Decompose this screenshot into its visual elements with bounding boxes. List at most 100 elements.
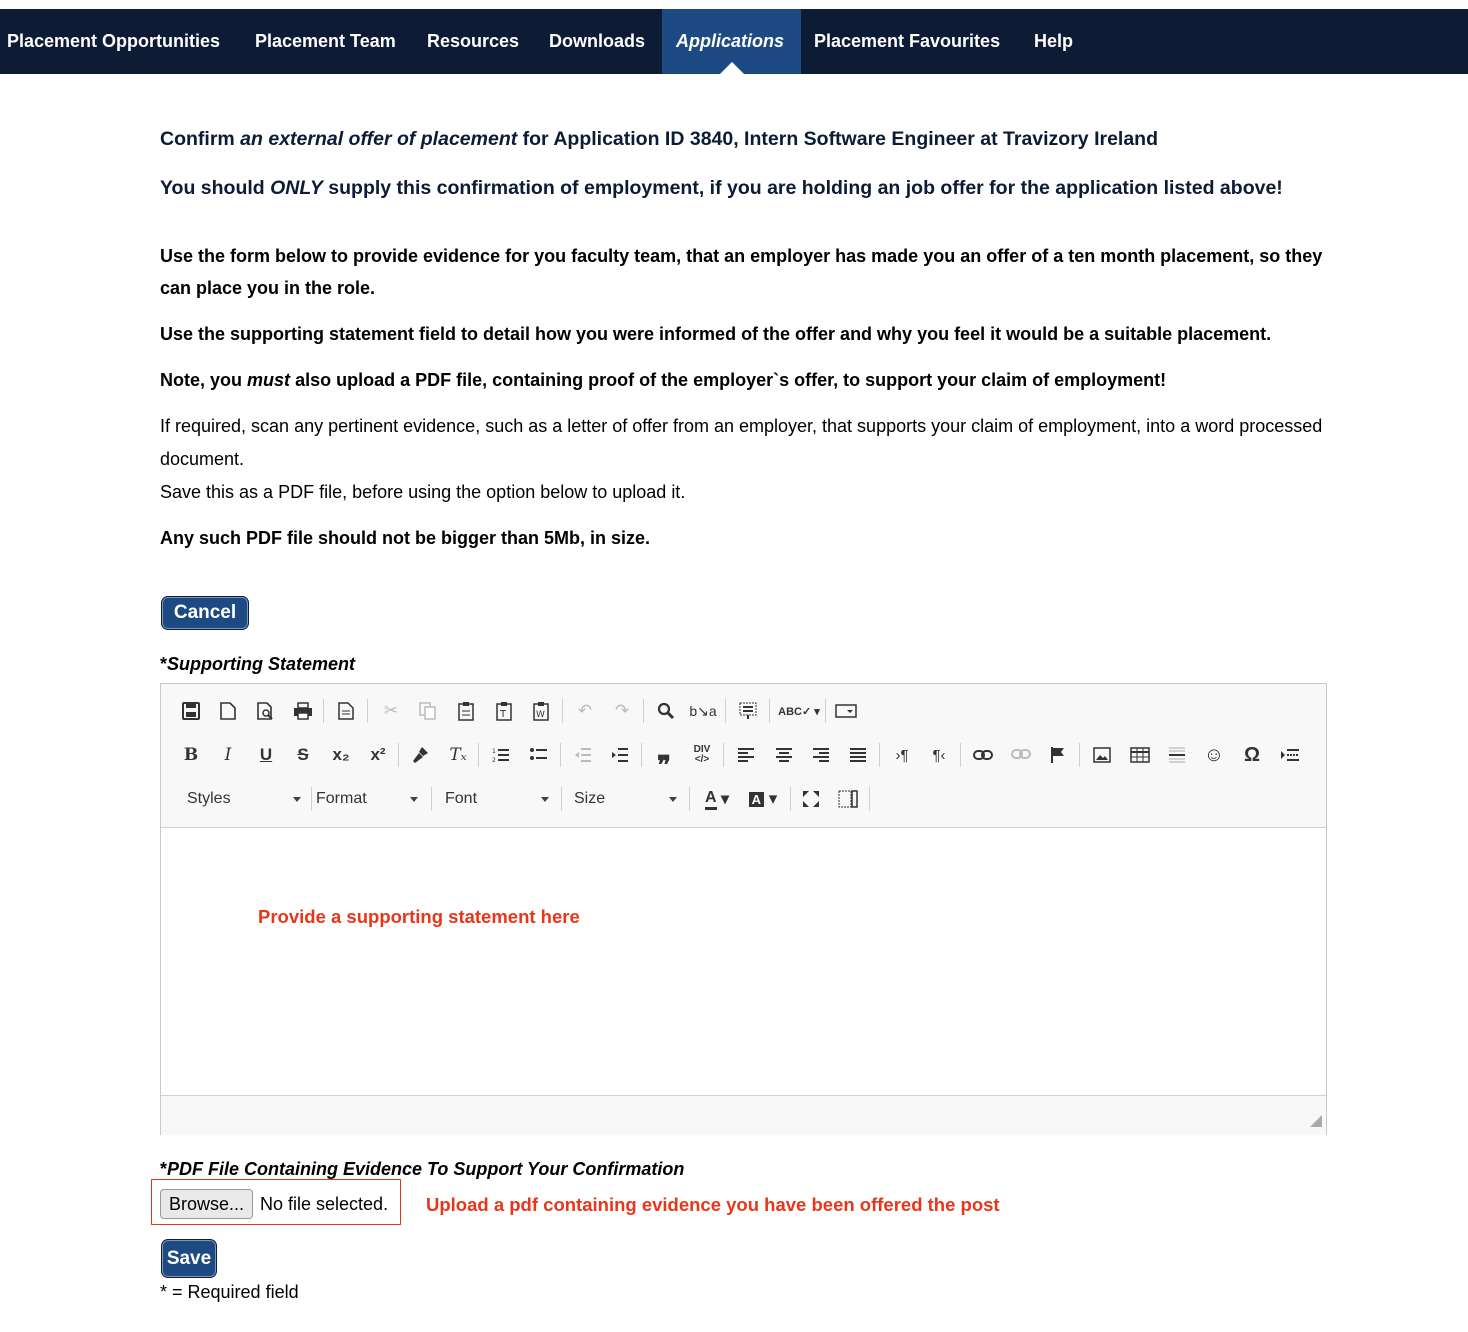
resize-handle-icon[interactable] (1310, 1115, 1322, 1127)
text-color-icon[interactable]: A ▾ (697, 784, 737, 814)
show-blocks-icon[interactable] (833, 784, 863, 814)
preview-icon[interactable] (251, 696, 281, 726)
toolbar-separator (560, 743, 561, 767)
editor-content-area[interactable]: Provide a supporting statement here (161, 828, 1326, 1094)
font-combo[interactable]: Font (445, 784, 549, 814)
toolbar-row-3: Styles Format Font Size A ▾ A ▾ (173, 784, 1313, 820)
form-icon[interactable] (831, 696, 861, 726)
toolbar-separator (398, 743, 399, 767)
align-left-icon[interactable] (731, 740, 761, 770)
remove-format-icon[interactable]: Tₓ (443, 740, 473, 770)
required-star: * (160, 654, 168, 674)
anchor-flag-icon[interactable] (1043, 740, 1073, 770)
toolbar-separator (561, 787, 562, 811)
toolbar-separator (790, 787, 791, 811)
increase-indent-icon[interactable] (605, 740, 635, 770)
confirm-heading: Confirm an external offer of placement f… (160, 128, 1158, 151)
ltr-icon[interactable]: ›¶ (887, 740, 917, 770)
toolbar-separator (323, 699, 324, 723)
instruction-3: Note, you must also upload a PDF file, c… (160, 364, 1330, 397)
toolbar-separator (825, 699, 826, 723)
statement-label: *Supporting Statement (160, 654, 355, 675)
toolbar-separator (562, 699, 563, 723)
copy-formatting-icon[interactable] (406, 740, 436, 770)
maximize-icon[interactable] (796, 784, 826, 814)
align-center-icon[interactable] (769, 740, 799, 770)
decrease-indent-icon[interactable] (568, 740, 598, 770)
find-icon[interactable] (651, 696, 681, 726)
unlink-icon[interactable] (1006, 740, 1036, 770)
blockquote-icon[interactable]: ❞ (649, 740, 679, 780)
redo-icon[interactable]: ↷ (607, 696, 637, 726)
div-container-icon[interactable]: DIV </> (687, 740, 717, 770)
nav-applications[interactable]: Applications (662, 9, 801, 74)
underline-icon[interactable]: U (251, 740, 281, 770)
toolbar-separator (1079, 743, 1080, 767)
smiley-icon[interactable]: ☺ (1199, 740, 1229, 770)
link-icon[interactable] (968, 740, 998, 770)
instruction-1: Use the form below to provide evidence f… (160, 246, 1323, 298)
size-combo-label: Size (574, 790, 606, 807)
toolbar-row-1: ✂ T W ↶ ↷ b↘a ABC✓ ▾ (173, 696, 1313, 732)
save-button[interactable]: Save (161, 1239, 217, 1278)
replace-icon[interactable]: b↘a (688, 696, 718, 726)
save-icon[interactable] (176, 696, 206, 726)
nav-placement-team[interactable]: Placement Team (241, 9, 410, 74)
styles-combo[interactable]: Styles (187, 784, 301, 814)
format-combo-label: Format (316, 790, 367, 807)
instruction-3-suffix: also upload a PDF file, containing proof… (295, 370, 1167, 390)
strikethrough-icon[interactable]: S (288, 740, 318, 770)
warning-heading: You should ONLY supply this confirmation… (160, 177, 1283, 200)
cut-icon[interactable]: ✂ (376, 696, 406, 726)
styles-combo-label: Styles (187, 790, 231, 807)
toolbar-separator (689, 787, 690, 811)
required-star: * (160, 1159, 168, 1179)
size-combo[interactable]: Size (574, 784, 677, 814)
nav-downloads[interactable]: Downloads (535, 9, 659, 74)
subscript-icon[interactable]: x₂ (326, 740, 356, 770)
new-page-icon[interactable] (213, 696, 243, 726)
copy-icon[interactable] (413, 696, 443, 726)
paste-icon[interactable] (451, 696, 481, 726)
browse-button[interactable]: Browse... (160, 1189, 253, 1219)
bulleted-list-icon[interactable] (524, 740, 554, 770)
paste-word-icon[interactable]: W (526, 696, 556, 726)
file-status: No file selected. (260, 1194, 389, 1214)
undo-icon[interactable]: ↶ (570, 696, 600, 726)
file-upload-field[interactable]: Browse... No file selected. (151, 1179, 401, 1225)
bold-icon[interactable]: B (176, 740, 206, 770)
svg-text:T: T (499, 709, 507, 720)
confirm-suffix: for Application ID 3840, Intern Software… (522, 128, 1159, 150)
editor-statusbar (161, 1095, 1326, 1135)
nav-help[interactable]: Help (1020, 9, 1087, 74)
toolbar-separator (643, 699, 644, 723)
print-icon[interactable] (288, 696, 318, 726)
italic-icon[interactable]: I (213, 740, 243, 770)
special-char-icon[interactable]: Ω (1237, 740, 1267, 770)
cancel-button[interactable]: Cancel (161, 596, 249, 630)
numbered-list-icon[interactable]: 12 (486, 740, 516, 770)
rtl-icon[interactable]: ¶‹ (924, 740, 954, 770)
warning-suffix: supply this confirmation of employment, … (328, 177, 1283, 199)
templates-icon[interactable] (331, 696, 361, 726)
select-all-icon[interactable] (733, 696, 763, 726)
page-break-icon[interactable] (1275, 740, 1305, 770)
toolbar-separator (869, 787, 870, 811)
align-right-icon[interactable] (806, 740, 836, 770)
nav-placement-opportunities[interactable]: Placement Opportunities (0, 9, 234, 74)
format-combo[interactable]: Format (316, 784, 418, 814)
spellcheck-icon[interactable]: ABC✓ ▾ (777, 696, 821, 726)
statement-label-text: Supporting Statement (167, 654, 356, 674)
horizontal-rule-icon[interactable] (1162, 740, 1192, 770)
nav-placement-favourites[interactable]: Placement Favourites (800, 9, 1014, 74)
paste-text-icon[interactable]: T (489, 696, 519, 726)
nav-resources[interactable]: Resources (413, 9, 533, 74)
required-field-note: * = Required field (160, 1282, 299, 1302)
background-color-icon[interactable]: A ▾ (743, 784, 783, 814)
image-icon[interactable] (1087, 740, 1117, 770)
justify-icon[interactable] (843, 740, 873, 770)
upload-label-text: PDF File Containing Evidence To Support … (167, 1159, 685, 1179)
table-icon[interactable] (1125, 740, 1155, 770)
chevron-down-icon (541, 797, 549, 802)
superscript-icon[interactable]: x² (363, 740, 393, 770)
